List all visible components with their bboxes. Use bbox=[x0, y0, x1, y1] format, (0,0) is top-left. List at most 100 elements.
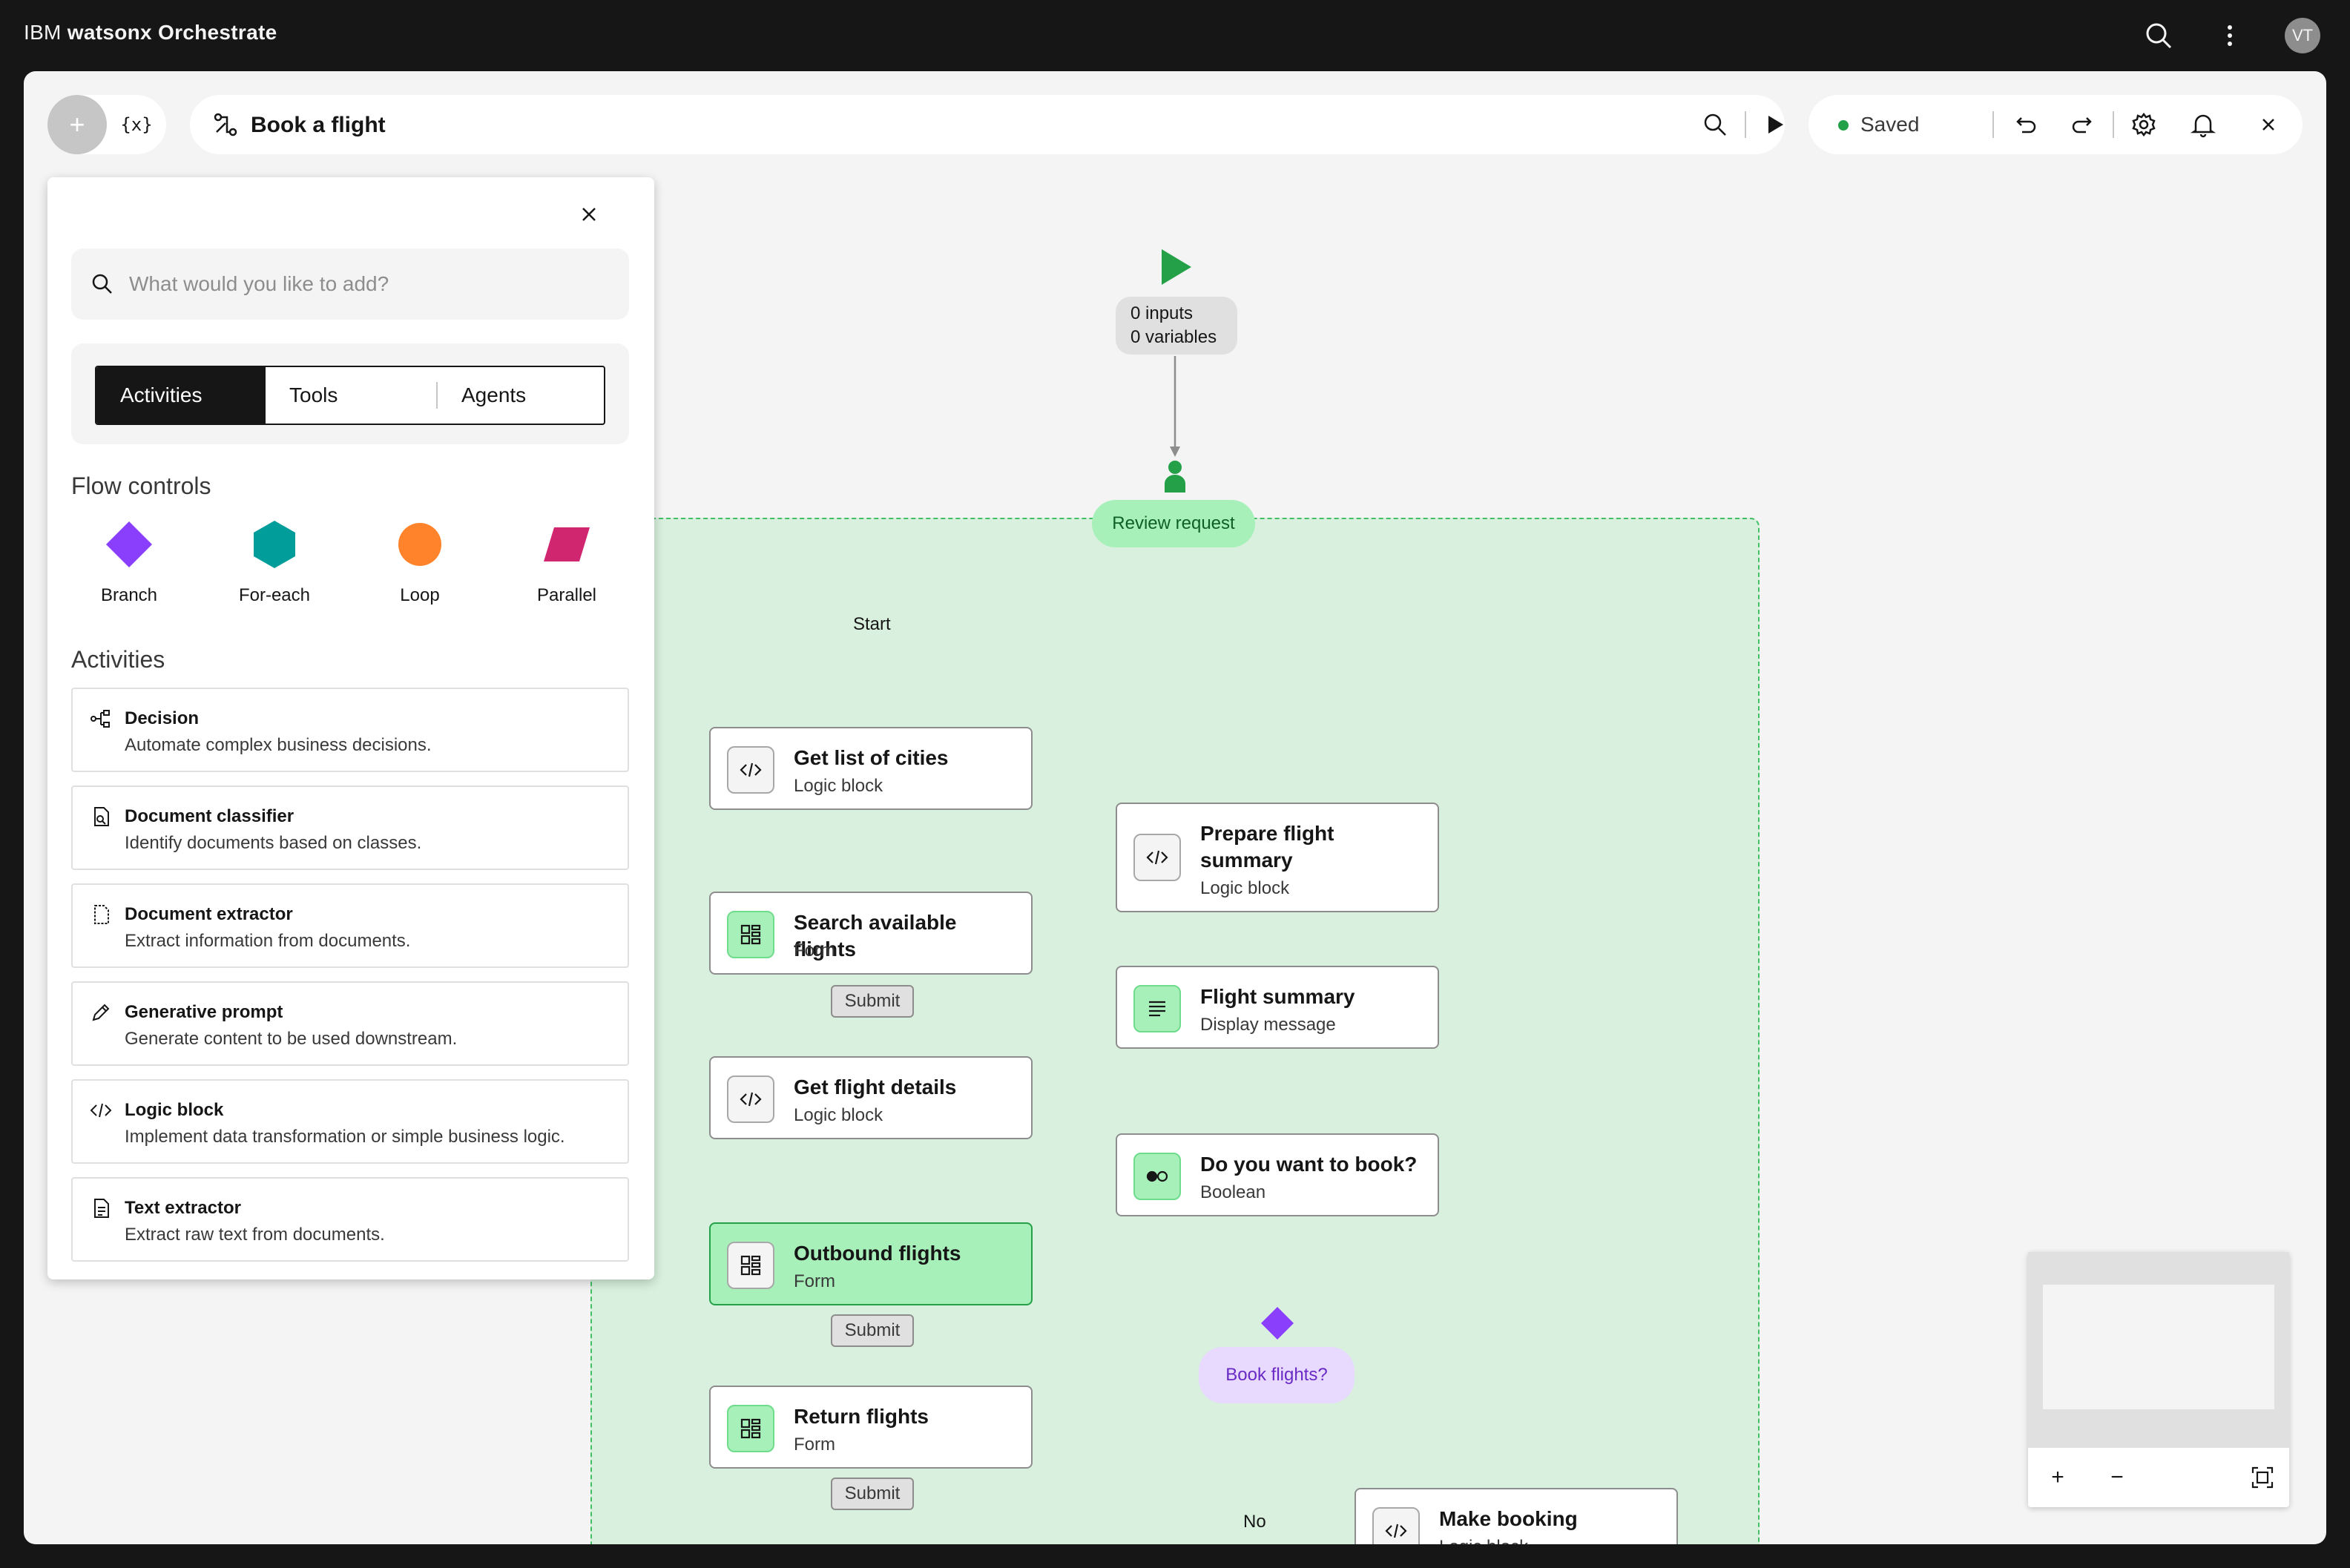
search-input[interactable] bbox=[129, 266, 604, 302]
document-classifier-icon bbox=[94, 807, 109, 826]
tab-activities[interactable]: Activities bbox=[96, 367, 266, 424]
tab-tools[interactable]: Tools bbox=[266, 367, 435, 424]
text-extractor-icon bbox=[94, 1199, 109, 1218]
flow-control-label: Parallel bbox=[536, 585, 597, 605]
flow-controls-heading: Flow controls bbox=[71, 472, 211, 499]
node-flight-summary[interactable]: Flight summary Display message bbox=[1116, 966, 1439, 1049]
minimap[interactable]: + − bbox=[2028, 1252, 2289, 1507]
activity-description: Generate content to be used downstream. bbox=[125, 1029, 458, 1049]
flow-control-for-each[interactable]: For-each bbox=[215, 518, 334, 607]
node-title: Get flight details bbox=[794, 1075, 957, 1098]
boolean-icon bbox=[1133, 1153, 1181, 1200]
no-branch-label: No bbox=[1243, 1512, 1266, 1532]
node-outbound-flights[interactable]: Outbound flights Form bbox=[709, 1222, 1033, 1305]
flow-control-loop[interactable]: Loop bbox=[361, 518, 479, 607]
brand[interactable]: IBM watsonx Orchestrate bbox=[24, 21, 277, 45]
node-return-flights[interactable]: Return flights Form bbox=[709, 1386, 1033, 1469]
start-label: Start bbox=[853, 614, 891, 634]
add-button[interactable]: + bbox=[47, 95, 107, 154]
activity-logic-block[interactable]: Logic block Implement data transformatio… bbox=[71, 1079, 629, 1164]
app-header: IBM watsonx Orchestrate VT bbox=[0, 0, 2350, 71]
flow-title-bar: Book a flight bbox=[190, 95, 1785, 154]
node-subtitle: Logic block bbox=[1200, 878, 1290, 898]
node-search-available-flights[interactable]: Search available flights Form bbox=[709, 892, 1033, 975]
node-subtitle: Logic block bbox=[794, 1105, 883, 1125]
activity-decision[interactable]: Decision Automate complex business decis… bbox=[71, 688, 629, 772]
notification-icon[interactable] bbox=[2188, 110, 2218, 139]
brand-prefix: IBM bbox=[24, 21, 62, 44]
code-icon bbox=[1133, 834, 1181, 881]
text-icon bbox=[1133, 985, 1181, 1032]
zoom-out-button[interactable]: − bbox=[2102, 1463, 2132, 1492]
overflow-menu-icon[interactable] bbox=[2212, 18, 2248, 53]
activity-text-extractor[interactable]: Text extractor Extract raw text from doc… bbox=[71, 1177, 629, 1262]
decision-icon bbox=[90, 710, 110, 728]
node-do-you-want-to-book[interactable]: Do you want to book? Boolean bbox=[1116, 1133, 1439, 1216]
avatar[interactable]: VT bbox=[2285, 18, 2320, 53]
undo-icon[interactable] bbox=[2010, 110, 2040, 139]
tab-agents[interactable]: Agents bbox=[438, 367, 604, 424]
inputs-count: 0 inputs bbox=[1130, 303, 1194, 323]
activity-description: Identify documents based on classes. bbox=[125, 833, 422, 853]
node-subtitle: Boolean bbox=[1200, 1182, 1266, 1202]
activity-title: Document extractor bbox=[125, 904, 293, 924]
form-icon bbox=[727, 1242, 774, 1289]
activity-document-classifier[interactable]: Document classifier Identify documents b… bbox=[71, 785, 629, 870]
node-subtitle: Form bbox=[794, 1434, 835, 1455]
zoom-in-button[interactable]: + bbox=[2043, 1463, 2073, 1492]
node-subtitle: Form bbox=[794, 1271, 835, 1291]
variables-button[interactable]: {x} bbox=[116, 110, 157, 139]
node-title: Prepare flight summary bbox=[1200, 822, 1334, 872]
tabs-container: Activities Tools Agents bbox=[71, 343, 629, 444]
flow-title[interactable]: Book a flight bbox=[251, 113, 386, 138]
node-get-list-of-cities[interactable]: Get list of cities Logic block bbox=[709, 727, 1033, 810]
activity-generative-prompt[interactable]: Generative prompt Generate content to be… bbox=[71, 981, 629, 1066]
minimap-visible-area[interactable] bbox=[2043, 1285, 2274, 1409]
brand-name: watsonx Orchestrate bbox=[67, 21, 277, 44]
submit-tag[interactable]: Submit bbox=[831, 985, 914, 1018]
book-flights-branch-label[interactable]: Book flights? bbox=[1199, 1347, 1355, 1403]
review-request-label[interactable]: Review request bbox=[1092, 500, 1255, 547]
fit-to-screen-icon[interactable] bbox=[2251, 1466, 2274, 1489]
activity-title: Document classifier bbox=[125, 806, 294, 826]
form-icon bbox=[727, 1405, 774, 1452]
search-icon[interactable] bbox=[1700, 110, 1730, 139]
run-icon[interactable] bbox=[1760, 110, 1789, 139]
node-subtitle: Logic block bbox=[794, 776, 883, 796]
submit-tag[interactable]: Submit bbox=[831, 1314, 914, 1347]
node-make-booking[interactable]: Make booking Logic block bbox=[1355, 1488, 1678, 1544]
start-icon[interactable] bbox=[1154, 246, 1196, 288]
redo-icon[interactable] bbox=[2068, 110, 2098, 139]
user-icon bbox=[1165, 461, 1185, 493]
code-icon bbox=[90, 1103, 112, 1118]
node-subtitle: Display message bbox=[1200, 1015, 1336, 1035]
add-controls: + {x} bbox=[47, 95, 166, 154]
workspace: + {x} Book a flight Saved 0 inputs 0 var… bbox=[24, 71, 2326, 1544]
start-io-pill[interactable]: 0 inputs 0 variables bbox=[1116, 297, 1237, 355]
code-icon bbox=[727, 746, 774, 794]
diamond-icon bbox=[106, 521, 152, 567]
parallelogram-icon bbox=[544, 527, 590, 561]
hexagon-icon bbox=[254, 521, 295, 568]
activity-description: Automate complex business decisions. bbox=[125, 735, 432, 755]
node-title: Outbound flights bbox=[794, 1242, 961, 1265]
activity-title: Decision bbox=[125, 708, 200, 728]
node-prepare-flight-summary[interactable]: Prepare flight summary Logic block bbox=[1116, 803, 1439, 912]
status-bar: Saved bbox=[1808, 95, 2303, 154]
settings-icon[interactable] bbox=[2129, 110, 2159, 139]
close-icon[interactable] bbox=[2254, 110, 2283, 139]
submit-tag[interactable]: Submit bbox=[831, 1478, 914, 1510]
node-title: Get list of cities bbox=[794, 746, 949, 769]
search-icon[interactable] bbox=[2141, 18, 2176, 53]
flow-control-parallel[interactable]: Parallel bbox=[507, 518, 626, 607]
activity-document-extractor[interactable]: Document extractor Extract information f… bbox=[71, 883, 629, 968]
activities-heading: Activities bbox=[71, 646, 165, 673]
circle-icon bbox=[398, 523, 441, 566]
close-icon[interactable] bbox=[574, 200, 604, 229]
content-switcher: Activities Tools Agents bbox=[95, 366, 605, 425]
flow-control-branch[interactable]: Branch bbox=[70, 518, 188, 607]
minimap-viewport[interactable] bbox=[2028, 1252, 2289, 1448]
branch-icon[interactable] bbox=[1260, 1305, 1295, 1341]
status-dot bbox=[1838, 120, 1849, 131]
node-get-flight-details[interactable]: Get flight details Logic block bbox=[709, 1056, 1033, 1139]
